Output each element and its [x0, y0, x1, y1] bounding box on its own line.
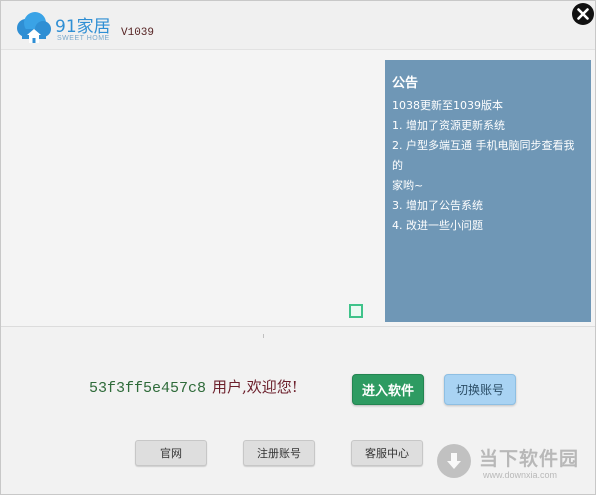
notice-line: 1038更新至1039版本 [392, 99, 503, 112]
close-button[interactable] [572, 3, 594, 25]
watermark: 当下软件园 www.downxia.com [437, 442, 587, 486]
notice-line: 4. 改进一些小问题 [392, 219, 483, 232]
divider-mark [263, 334, 264, 338]
logo-title: 91家居 [55, 17, 111, 37]
switch-account-button[interactable]: 切换账号 [444, 374, 516, 405]
support-button[interactable]: 客服中心 [351, 440, 423, 466]
logo-subtitle: SWEET HOME [57, 35, 110, 42]
notice-line: 2. 户型多端互通 手机电脑同步查看我的 [392, 139, 575, 172]
watermark-text: 当下软件园 [479, 448, 580, 470]
watermark-url: www.downxia.com [483, 470, 558, 480]
register-button[interactable]: 注册账号 [243, 440, 315, 466]
welcome-text: 用户,欢迎您! [212, 378, 298, 396]
close-icon [577, 8, 589, 20]
download-arrow-icon [437, 444, 471, 478]
website-button[interactable]: 官网 [135, 440, 207, 466]
notice-line: 家哟~ [392, 179, 424, 192]
app-logo: 91家居 SWEET HOME [13, 11, 133, 45]
enter-software-button[interactable]: 进入软件 [352, 374, 424, 405]
version-label: V1039 [121, 27, 155, 39]
main-content-area: 公告 1038更新至1039版本 1. 增加了资源更新系统 2. 户型多端互通 … [1, 50, 595, 327]
cloud-house-icon [17, 12, 51, 43]
notice-line: 3. 增加了公告系统 [392, 199, 483, 212]
welcome-message: 53f3ff5e457c8 用户,欢迎您! [89, 376, 298, 397]
user-id: 53f3ff5e457c8 [89, 380, 207, 397]
notice-panel: 公告 1038更新至1039版本 1. 增加了资源更新系统 2. 户型多端互通 … [385, 60, 591, 322]
notice-title: 公告 [392, 76, 419, 91]
title-bar: 91家居 SWEET HOME V1039 [1, 1, 595, 50]
notice-line: 1. 增加了资源更新系统 [392, 119, 505, 132]
launcher-window: 91家居 SWEET HOME V1039 公告 1038更新至1039版本 1… [0, 0, 596, 495]
status-square-indicator [349, 304, 363, 318]
